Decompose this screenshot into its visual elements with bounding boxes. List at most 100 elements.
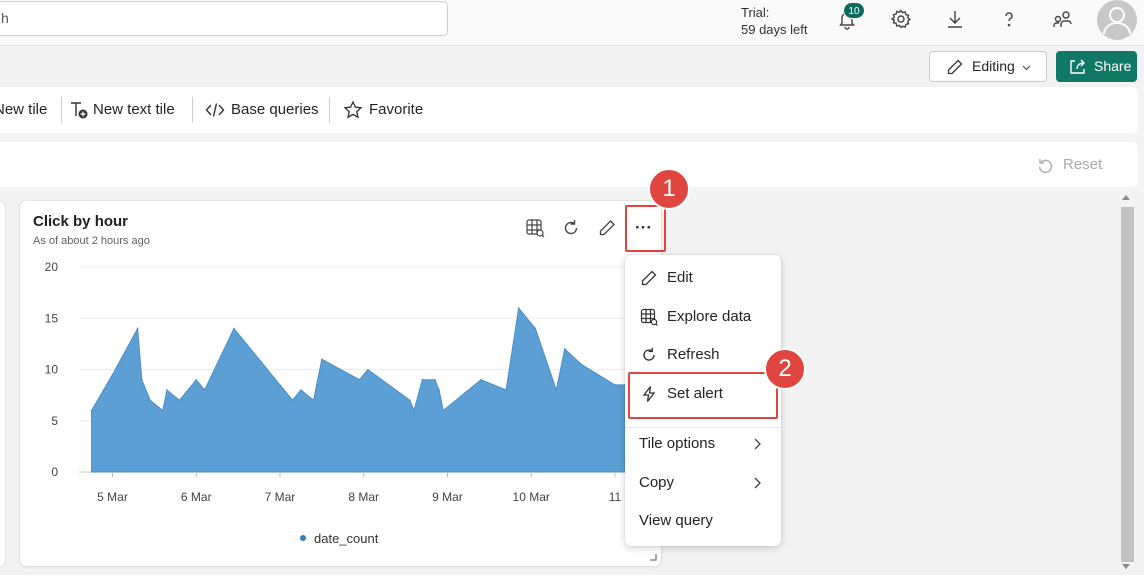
- favorite-label: Favorite: [369, 101, 424, 118]
- toolbar-divider: [192, 97, 193, 123]
- legend-swatch: [300, 535, 306, 541]
- set-alert-highlight: [628, 372, 778, 419]
- data-point: [321, 358, 323, 361]
- pencil-icon: [641, 270, 657, 286]
- scrollbar-thumb[interactable]: [1121, 207, 1134, 562]
- menu-item-label: Edit: [667, 269, 693, 286]
- gear-icon[interactable]: [890, 8, 912, 30]
- code-icon: [205, 103, 225, 117]
- data-point: [203, 389, 206, 391]
- y-tick-label: 10: [45, 363, 59, 377]
- y-tick-label: 15: [45, 311, 59, 325]
- data-point: [534, 327, 537, 330]
- x-tick-label: 8 Mar: [348, 490, 379, 504]
- data-point: [367, 368, 369, 371]
- data-point: [312, 399, 315, 402]
- data-point: [149, 399, 151, 402]
- menu-item-label: Copy: [639, 474, 675, 491]
- editing-label: Editing: [972, 58, 1015, 74]
- toolbar-divider: [329, 97, 330, 123]
- data-point: [300, 389, 302, 391]
- menu-item-label: View query: [639, 512, 713, 529]
- menu-item-label: Explore data: [667, 308, 752, 325]
- x-tick-label: 7 Mar: [265, 490, 296, 504]
- chevron-down-icon: [1022, 65, 1031, 71]
- data-point: [136, 327, 139, 330]
- editing-mode-dropdown[interactable]: Editing: [929, 51, 1047, 82]
- reset-label: Reset: [1063, 156, 1103, 173]
- data-point: [408, 399, 411, 402]
- dashboard-toolbar: New tile New text tile Base queries Favo…: [0, 87, 1138, 133]
- pencil-icon: [947, 59, 963, 75]
- trial-status: Trial: 59 days left: [741, 4, 808, 38]
- menu-item-label: Refresh: [667, 346, 720, 363]
- parameters-bar: Reset: [0, 142, 1138, 187]
- share-label: Share: [1094, 58, 1132, 74]
- resize-handle-icon[interactable]: [649, 553, 657, 561]
- data-point: [555, 389, 558, 391]
- people-icon[interactable]: [1052, 8, 1074, 30]
- chart-tile[interactable]: Click by hour As of about 2 hours ago ··…: [19, 200, 666, 567]
- y-tick-label: 5: [51, 414, 58, 428]
- share-icon: [1070, 59, 1085, 74]
- share-button[interactable]: Share: [1056, 51, 1137, 82]
- menu-item-explore-data[interactable]: Explore data: [625, 299, 781, 335]
- data-point: [505, 389, 507, 391]
- data-point: [442, 409, 445, 412]
- new-tile-button[interactable]: New tile: [0, 87, 47, 133]
- menu-item-view-query[interactable]: View query: [625, 503, 781, 539]
- data-point: [517, 307, 520, 309]
- trial-label: Trial:: [741, 5, 770, 20]
- undo-icon: [1038, 159, 1053, 173]
- y-tick-label: 20: [45, 260, 59, 274]
- series-area-date-count: [91, 306, 626, 473]
- star-icon: [343, 100, 363, 119]
- new-text-tile-label: New text tile: [93, 101, 175, 118]
- refresh-icon: [643, 347, 655, 361]
- data-point: [291, 399, 294, 402]
- data-point: [111, 373, 114, 376]
- data-point: [178, 399, 181, 402]
- data-point: [161, 409, 164, 412]
- x-tick-label: 11: [609, 490, 622, 504]
- chart-legend: date_count: [300, 531, 378, 547]
- step-callout-2: 2: [764, 348, 806, 390]
- base-queries-button[interactable]: Base queries: [205, 87, 319, 133]
- new-tile-label: New tile: [0, 101, 48, 118]
- new-text-tile-button[interactable]: New text tile: [69, 87, 175, 133]
- data-point: [614, 384, 616, 386]
- menu-item-label: Tile options: [639, 435, 716, 452]
- trial-days-left: 59 days left: [741, 22, 808, 37]
- data-point: [166, 389, 168, 391]
- notification-count-badge: 10: [843, 2, 865, 19]
- data-point: [413, 409, 415, 412]
- top-bar: h Trial: 59 days left 10: [0, 0, 1144, 46]
- x-tick-label: 5 Mar: [97, 490, 128, 504]
- help-icon[interactable]: [998, 8, 1020, 30]
- toolbar-divider: [61, 97, 62, 123]
- step-callout-1: 1: [648, 168, 690, 210]
- table-explore-icon: [640, 308, 658, 326]
- reset-button[interactable]: Reset: [1036, 155, 1102, 175]
- favorite-button[interactable]: Favorite: [343, 87, 423, 133]
- chevron-right-icon: [754, 438, 761, 450]
- menu-item-copy[interactable]: Copy: [625, 465, 781, 501]
- chevron-right-icon: [754, 477, 761, 489]
- data-point: [195, 378, 198, 381]
- data-point: [233, 327, 235, 330]
- x-tick-label: 9 Mar: [432, 490, 463, 504]
- text-tile-icon: [71, 102, 88, 119]
- download-icon[interactable]: [944, 8, 966, 30]
- search-input[interactable]: h: [0, 1, 448, 36]
- scroll-down-arrow-icon[interactable]: [1122, 564, 1130, 569]
- menu-item-refresh[interactable]: Refresh: [625, 337, 781, 373]
- menu-item-edit[interactable]: Edit: [625, 260, 781, 296]
- data-point: [580, 363, 583, 366]
- data-point: [480, 378, 482, 381]
- scroll-up-arrow-icon[interactable]: [1122, 195, 1130, 200]
- y-tick-label: 0: [51, 465, 58, 479]
- x-tick-label: 6 Mar: [181, 490, 212, 504]
- avatar-icon[interactable]: [1097, 0, 1137, 40]
- menu-item-tile-options[interactable]: Tile options: [625, 426, 781, 462]
- area-chart: 0 5 10 15 20 5 Mar 6 Mar 7 Mar 8 Mar 9 Mar 10 Mar 1…: [45, 260, 626, 504]
